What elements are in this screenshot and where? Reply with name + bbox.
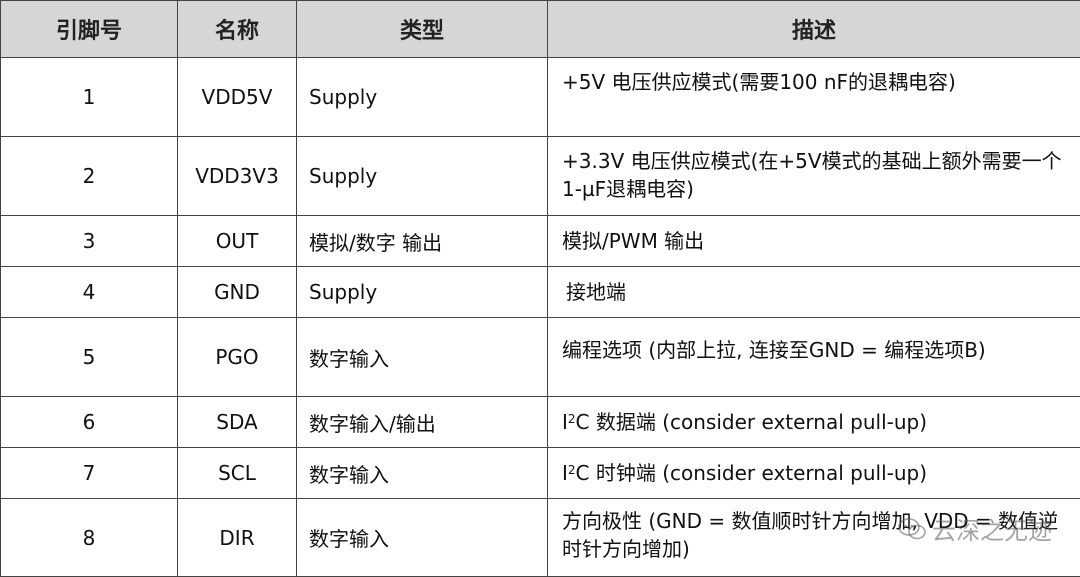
pin-desc: +3.3V 电压供应模式(在+5V模式的基础上额外需要一个1-µF退耦电容) <box>548 137 1080 216</box>
pin-table: 引脚号 名称 类型 描述 1 VDD5V Supply +5V 电压供应模式(需… <box>0 0 1080 577</box>
pin-type: 数字输入 <box>297 448 548 499</box>
pin-type: 数字输入 <box>297 318 548 397</box>
pin-type: 模拟/数字 输出 <box>297 216 548 267</box>
table-row: 4 GND Supply 接地端 <box>1 267 1080 318</box>
table-row: 5 PGO 数字输入 编程选项 (内部上拉, 连接至GND = 编程选项B) <box>1 318 1080 397</box>
pin-desc: 接地端 <box>548 267 1080 318</box>
table-row: 3 OUT 模拟/数字 输出 模拟/PWM 输出 <box>1 216 1080 267</box>
pin-number: 2 <box>1 137 178 216</box>
pin-number: 1 <box>1 58 178 137</box>
pin-name: DIR <box>178 499 297 577</box>
header-type: 类型 <box>297 1 548 58</box>
table-row: 1 VDD5V Supply +5V 电压供应模式(需要100 nF的退耦电容) <box>1 58 1080 137</box>
desc-superscript: 2 <box>568 412 576 426</box>
table-row: 2 VDD3V3 Supply +3.3V 电压供应模式(在+5V模式的基础上额… <box>1 137 1080 216</box>
header-pin: 引脚号 <box>1 1 178 58</box>
pin-name: SDA <box>178 397 297 448</box>
pin-type: Supply <box>297 58 548 137</box>
table-row: 7 SCL 数字输入 I2C 时钟端 (consider external pu… <box>1 448 1080 499</box>
pin-desc: I2C 数据端 (consider external pull-up) <box>548 397 1080 448</box>
watermark-text: 云深之无迹 <box>932 511 1052 546</box>
pin-name: VDD5V <box>178 58 297 137</box>
pin-number: 7 <box>1 448 178 499</box>
pin-type: Supply <box>297 267 548 318</box>
table-row: 6 SDA 数字输入/输出 I2C 数据端 (consider external… <box>1 397 1080 448</box>
pin-desc: I2C 时钟端 (consider external pull-up) <box>548 448 1080 499</box>
pin-name: SCL <box>178 448 297 499</box>
pin-name: GND <box>178 267 297 318</box>
pin-name: VDD3V3 <box>178 137 297 216</box>
pin-name: OUT <box>178 216 297 267</box>
pin-number: 3 <box>1 216 178 267</box>
pin-desc: 模拟/PWM 输出 <box>548 216 1080 267</box>
pin-type: 数字输入/输出 <box>297 397 548 448</box>
header-row: 引脚号 名称 类型 描述 <box>1 1 1080 58</box>
pin-type: Supply <box>297 137 548 216</box>
watermark: 云深之无迹 <box>898 511 1052 546</box>
pin-number: 8 <box>1 499 178 577</box>
desc-superscript: 2 <box>568 463 576 477</box>
pin-desc: 编程选项 (内部上拉, 连接至GND = 编程选项B) <box>548 318 1080 397</box>
desc-text: C 数据端 (consider external pull-up) <box>576 410 927 434</box>
pin-type: 数字输入 <box>297 499 548 577</box>
header-name: 名称 <box>178 1 297 58</box>
wechat-icon <box>898 518 926 540</box>
pin-number: 4 <box>1 267 178 318</box>
desc-text: C 时钟端 (consider external pull-up) <box>576 461 927 485</box>
pin-number: 5 <box>1 318 178 397</box>
header-desc: 描述 <box>548 1 1080 58</box>
pin-number: 6 <box>1 397 178 448</box>
pin-name: PGO <box>178 318 297 397</box>
pin-desc: +5V 电压供应模式(需要100 nF的退耦电容) <box>548 58 1080 137</box>
